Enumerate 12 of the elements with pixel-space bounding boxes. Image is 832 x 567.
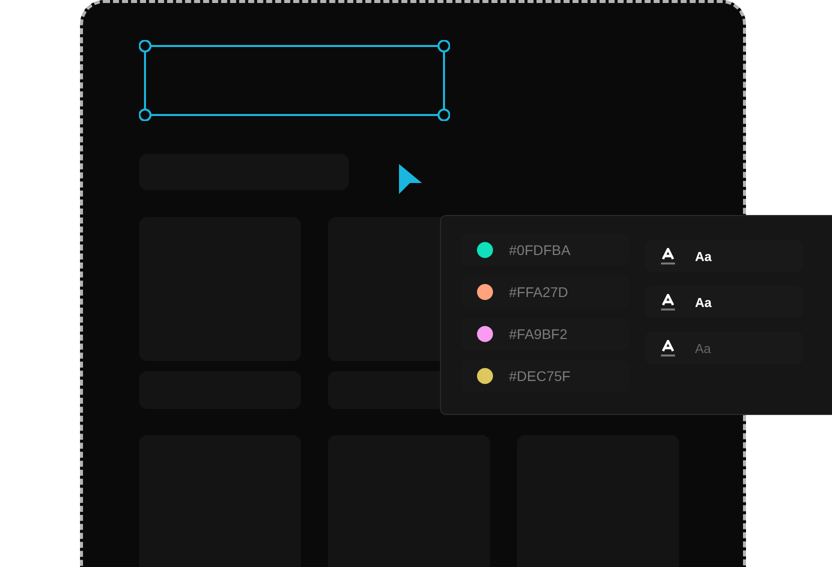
cursor-icon (398, 163, 424, 195)
font-sample: Aa (695, 340, 711, 356)
text-color-icon (661, 340, 675, 356)
hex-code: #0FDFBA (509, 242, 570, 258)
hex-code: #DEC75F (509, 368, 570, 384)
text-color-icon (661, 248, 675, 264)
hex-code: #FA9BF2 (509, 326, 568, 342)
text-color-icon (661, 294, 675, 310)
font-sample: Aa (695, 248, 712, 264)
font-sample: Aa (695, 294, 712, 310)
hex-code: #FFA27D (509, 284, 568, 300)
selection-box[interactable] (139, 40, 450, 121)
